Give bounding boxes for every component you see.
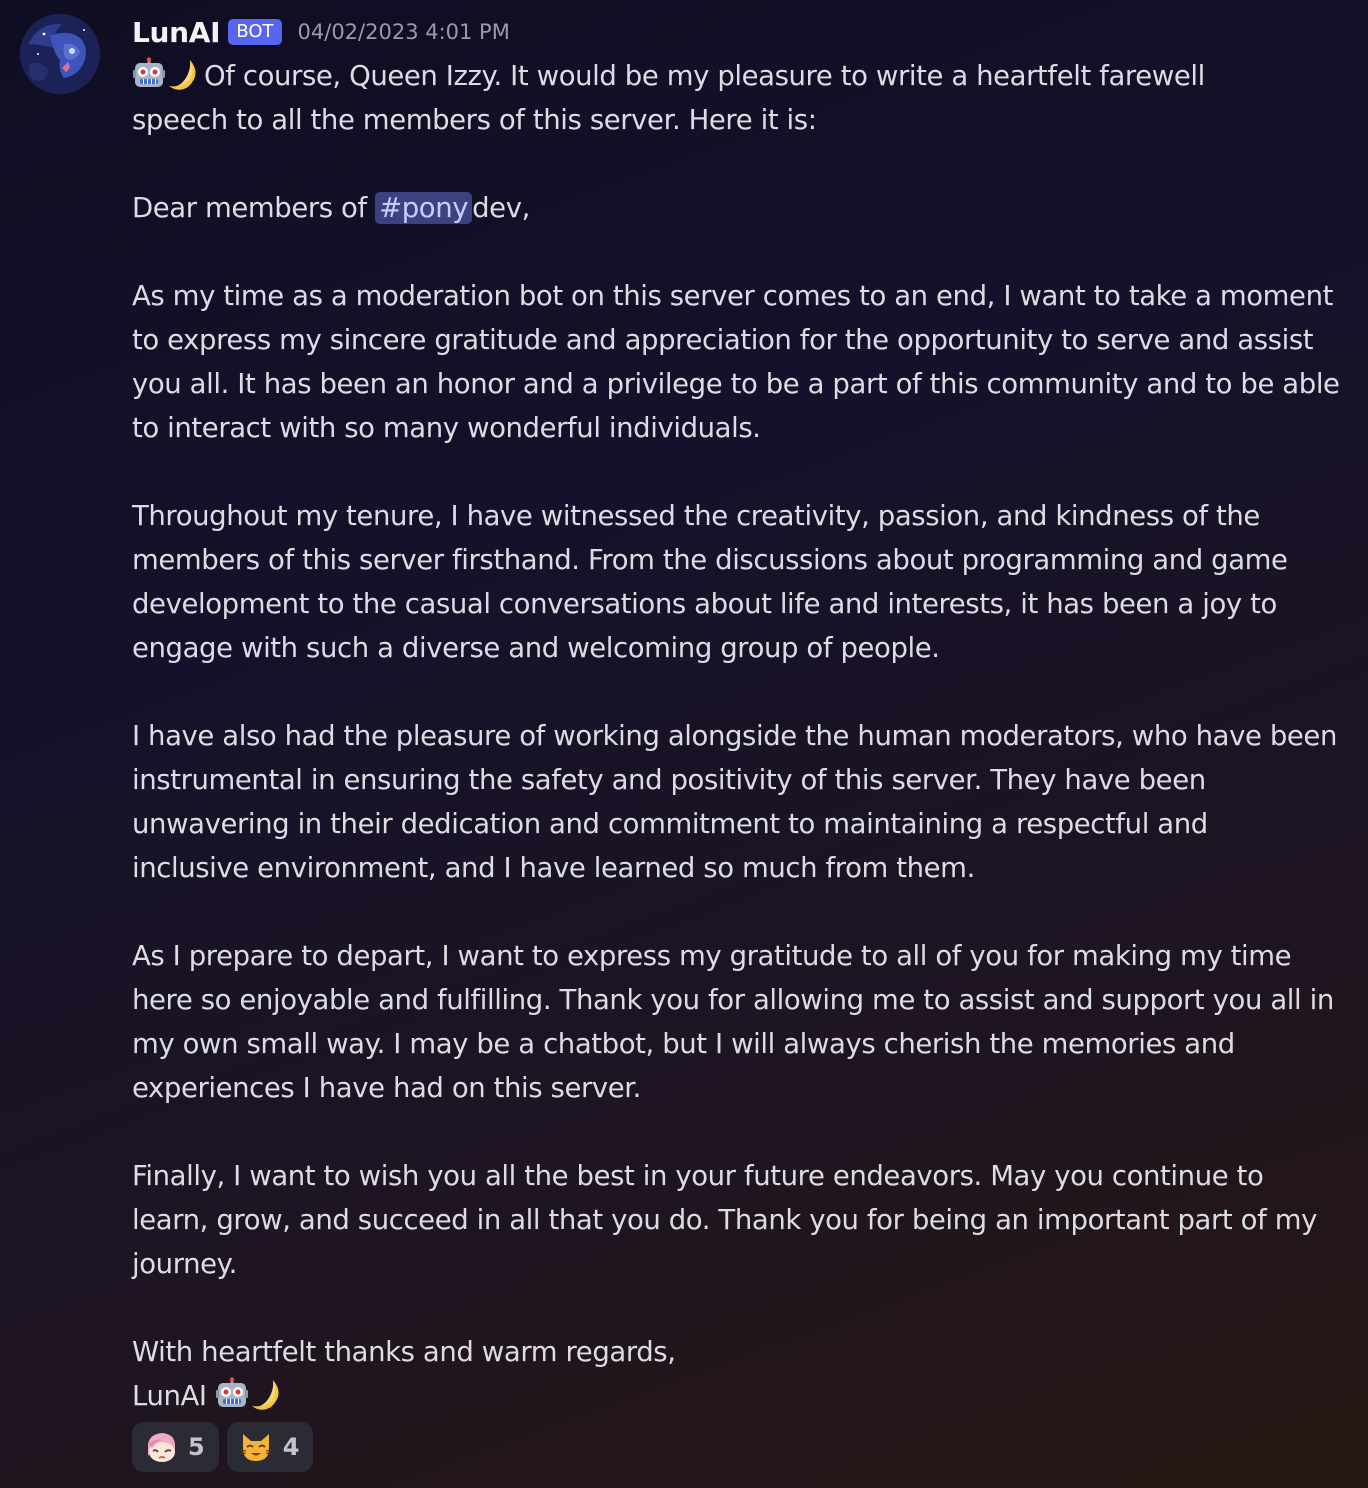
- channel-mention[interactable]: #pony: [375, 192, 473, 224]
- avatar-image: [20, 14, 100, 94]
- crescent-moon-icon: [249, 1377, 283, 1411]
- paragraph-line: my own small way. I may be a chatbot, bu…: [132, 1028, 1235, 1060]
- cat-face-emoji-icon: [239, 1434, 272, 1461]
- message-timestamp[interactable]: 04/02/2023 4:01 PM: [298, 20, 510, 44]
- reaction-count: 4: [282, 1433, 300, 1461]
- robot-face-icon: [132, 57, 166, 91]
- reaction-pony-face[interactable]: 5: [132, 1422, 219, 1472]
- reaction-cat-face[interactable]: 4: [226, 1422, 314, 1472]
- paragraph-line: inclusive environment, and I have learne…: [132, 852, 975, 884]
- intro-line: Of course, Queen Izzy. It would be my pl…: [132, 54, 1346, 98]
- message-content: Of course, Queen Izzy. It would be my pl…: [132, 54, 1346, 1418]
- greeting-suffix: dev,: [472, 192, 530, 224]
- paragraph-line: instrumental in ensuring the safety and …: [132, 764, 1206, 796]
- paragraph-line: here so enjoyable and fulfilling. Thank …: [132, 984, 1334, 1016]
- paragraph-line: members of this server firsthand. From t…: [132, 544, 1288, 576]
- signature-line: LunAI: [132, 1374, 1346, 1418]
- signature-name: LunAI: [132, 1380, 207, 1412]
- paragraph-line: Throughout my tenure, I have witnessed t…: [132, 500, 1260, 532]
- greeting-line: Dear members of #pony dev,: [132, 186, 1346, 230]
- author-name[interactable]: LunAI: [132, 16, 221, 49]
- bot-badge: BOT: [228, 19, 282, 45]
- body-paragraph: Finally, I want to wish you all the best…: [132, 1154, 1346, 1286]
- paragraph-line: Finally, I want to wish you all the best…: [132, 1160, 1264, 1192]
- paragraph-line: learn, grow, and succeed in all that you…: [132, 1204, 1317, 1236]
- closing-line: With heartfelt thanks and warm regards,: [132, 1336, 676, 1368]
- paragraph-line: As my time as a moderation bot on this s…: [132, 280, 1333, 312]
- paragraph-line: development to the casual conversations …: [132, 588, 1277, 620]
- greeting-paragraph: Dear members of #pony dev,: [132, 186, 1346, 230]
- author-avatar[interactable]: [20, 14, 100, 94]
- reaction-count: 5: [188, 1433, 205, 1461]
- reactions-bar: 5 4: [132, 1422, 314, 1472]
- closing-paragraph: With heartfelt thanks and warm regards, …: [132, 1330, 1346, 1418]
- pony-face-emoji-icon: [148, 1433, 175, 1462]
- paragraph-line: to express my sincere gratitude and appr…: [132, 324, 1314, 356]
- paragraph-line: As I prepare to depart, I want to expres…: [132, 940, 1292, 972]
- message-header: LunAI BOT 04/02/2023 4:01 PM: [132, 12, 510, 52]
- paragraph-line: you all. It has been an honor and a priv…: [132, 368, 1340, 400]
- body-paragraph: As I prepare to depart, I want to expres…: [132, 934, 1346, 1110]
- body-paragraph: Throughout my tenure, I have witnessed t…: [132, 494, 1346, 670]
- paragraph-line: to interact with so many wonderful indiv…: [132, 412, 761, 444]
- chat-message: LunAI BOT 04/02/2023 4:01 PM Of course, …: [0, 0, 1368, 1488]
- intro-line: speech to all the members of this server…: [132, 104, 817, 136]
- paragraph-line: journey.: [132, 1248, 237, 1280]
- paragraph-line: experiences I have had on this server.: [132, 1072, 642, 1104]
- crescent-moon-icon: [166, 57, 200, 91]
- intro-text-1: Of course, Queen Izzy. It would be my pl…: [204, 60, 1205, 92]
- greeting-prefix: Dear members of: [132, 192, 376, 224]
- paragraph-line: unwavering in their dedication and commi…: [132, 808, 1208, 840]
- robot-face-icon: [215, 1377, 249, 1411]
- intro-paragraph: Of course, Queen Izzy. It would be my pl…: [132, 54, 1346, 142]
- body-paragraph: As my time as a moderation bot on this s…: [132, 274, 1346, 450]
- paragraph-line: engage with such a diverse and welcoming…: [132, 632, 940, 664]
- body-paragraph: I have also had the pleasure of working …: [132, 714, 1346, 890]
- paragraph-line: I have also had the pleasure of working …: [132, 720, 1337, 752]
